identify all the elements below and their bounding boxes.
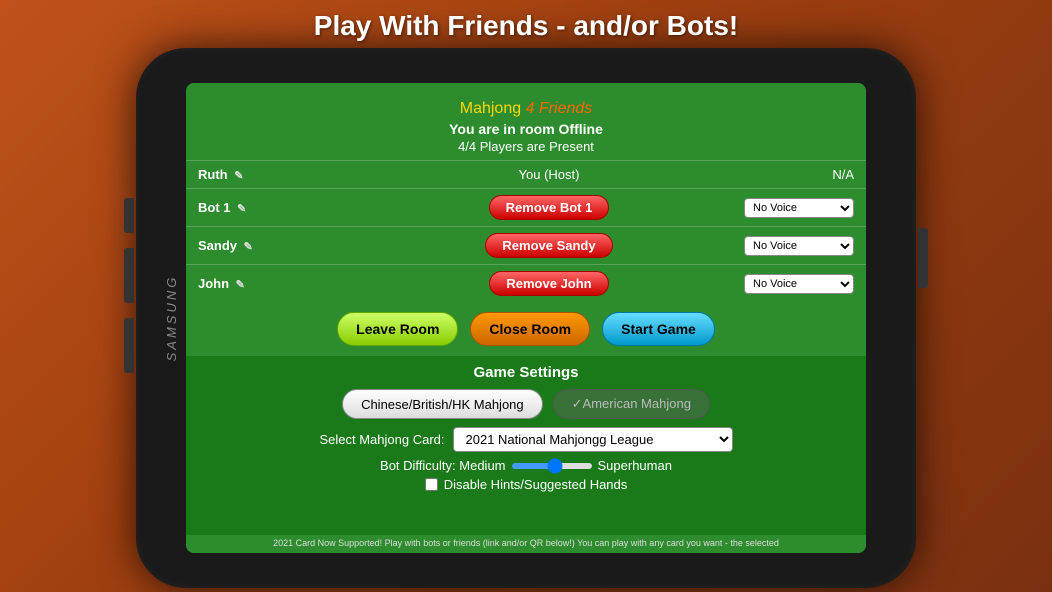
card-select-label: Select Mahjong Card:	[319, 432, 444, 447]
remove-john-button[interactable]: Remove John	[489, 271, 608, 296]
hints-label: Disable Hints/Suggested Hands	[444, 477, 628, 492]
phone-screen: Mahjong 4 Friends You are in room Offlin…	[186, 83, 866, 553]
player-name-ruth: Ruth ✎	[186, 161, 366, 189]
difficulty-slider[interactable]	[512, 463, 592, 469]
edit-icon: ✎	[244, 240, 253, 253]
table-row: Bot 1 ✎ Remove Bot 1 No Voice	[186, 189, 866, 227]
voice-select-bot1[interactable]: No Voice	[744, 198, 854, 218]
remove-bot1-button[interactable]: Remove Bot 1	[489, 195, 610, 220]
card-select-row: Select Mahjong Card: 2021 National Mahjo…	[198, 427, 854, 452]
title-mahjong: Mahjong	[460, 100, 521, 117]
player-name-bot1: Bot 1 ✎	[186, 189, 366, 227]
player-voice-bot1[interactable]: No Voice	[732, 189, 866, 227]
game-title: Mahjong 4 Friends	[186, 93, 866, 119]
player-voice-john[interactable]: No Voice	[732, 265, 866, 303]
volume-down-button[interactable]	[124, 248, 134, 303]
power-button[interactable]	[918, 228, 928, 288]
page-title: Play With Friends - and/or Bots!	[314, 0, 738, 48]
edit-icon: ✎	[237, 202, 246, 215]
settings-title: Game Settings	[198, 364, 854, 381]
voice-select-sandy[interactable]: No Voice	[744, 236, 854, 256]
players-table: Ruth ✎ You (Host) N/A Bot 1 ✎ Remove Bot…	[186, 160, 866, 302]
close-room-button[interactable]: Close Room	[470, 312, 590, 346]
action-buttons: Leave Room Close Room Start Game	[186, 302, 866, 356]
bixby-button[interactable]	[124, 318, 134, 373]
player-action-sandy[interactable]: Remove Sandy	[366, 227, 732, 265]
phone-frame: SAMSUNG Mahjong 4 Friends You are in roo…	[136, 48, 916, 588]
edit-icon: ✎	[234, 169, 243, 182]
player-voice-sandy[interactable]: No Voice	[732, 227, 866, 265]
superhuman-label: Superhuman	[598, 458, 672, 473]
player-action-john[interactable]: Remove John	[366, 265, 732, 303]
player-name-sandy: Sandy ✎	[186, 227, 366, 265]
card-dropdown[interactable]: 2021 National Mahjongg League	[453, 427, 733, 452]
table-row: Sandy ✎ Remove Sandy No Voice	[186, 227, 866, 265]
american-mahjong-button[interactable]: ✓American Mahjong	[553, 389, 710, 419]
volume-up-button[interactable]	[124, 198, 134, 233]
player-name-john: John ✎	[186, 265, 366, 303]
game-header: Mahjong 4 Friends You are in room Offlin…	[186, 83, 866, 160]
players-info: 4/4 Players are Present	[186, 139, 866, 154]
voice-select-john[interactable]: No Voice	[744, 274, 854, 294]
table-row: Ruth ✎ You (Host) N/A	[186, 161, 866, 189]
chinese-mahjong-button[interactable]: Chinese/British/HK Mahjong	[342, 389, 543, 419]
hints-checkbox[interactable]	[425, 478, 438, 491]
you-host-label: You (Host)	[519, 167, 580, 182]
player-voice-ruth: N/A	[732, 161, 866, 189]
game-settings: Game Settings Chinese/British/HK Mahjong…	[186, 356, 866, 535]
edit-icon: ✎	[236, 278, 245, 291]
start-game-button[interactable]: Start Game	[602, 312, 715, 346]
samsung-label: SAMSUNG	[164, 275, 179, 362]
player-action-bot1[interactable]: Remove Bot 1	[366, 189, 732, 227]
na-label: N/A	[832, 167, 854, 182]
mahjong-type-row: Chinese/British/HK Mahjong ✓American Mah…	[198, 389, 854, 419]
remove-sandy-button[interactable]: Remove Sandy	[485, 233, 612, 258]
title-friends: 4 Friends	[526, 100, 593, 117]
table-row: John ✎ Remove John No Voice	[186, 265, 866, 303]
bot-difficulty-label: Bot Difficulty: Medium	[380, 458, 505, 473]
player-action-ruth: You (Host)	[366, 161, 732, 189]
leave-room-button[interactable]: Leave Room	[337, 312, 458, 346]
bottom-note: 2021 Card Now Supported! Play with bots …	[186, 535, 866, 553]
room-info: You are in room Offline	[186, 121, 866, 137]
bot-difficulty-row: Bot Difficulty: Medium Superhuman	[198, 458, 854, 473]
hints-row: Disable Hints/Suggested Hands	[198, 477, 854, 492]
